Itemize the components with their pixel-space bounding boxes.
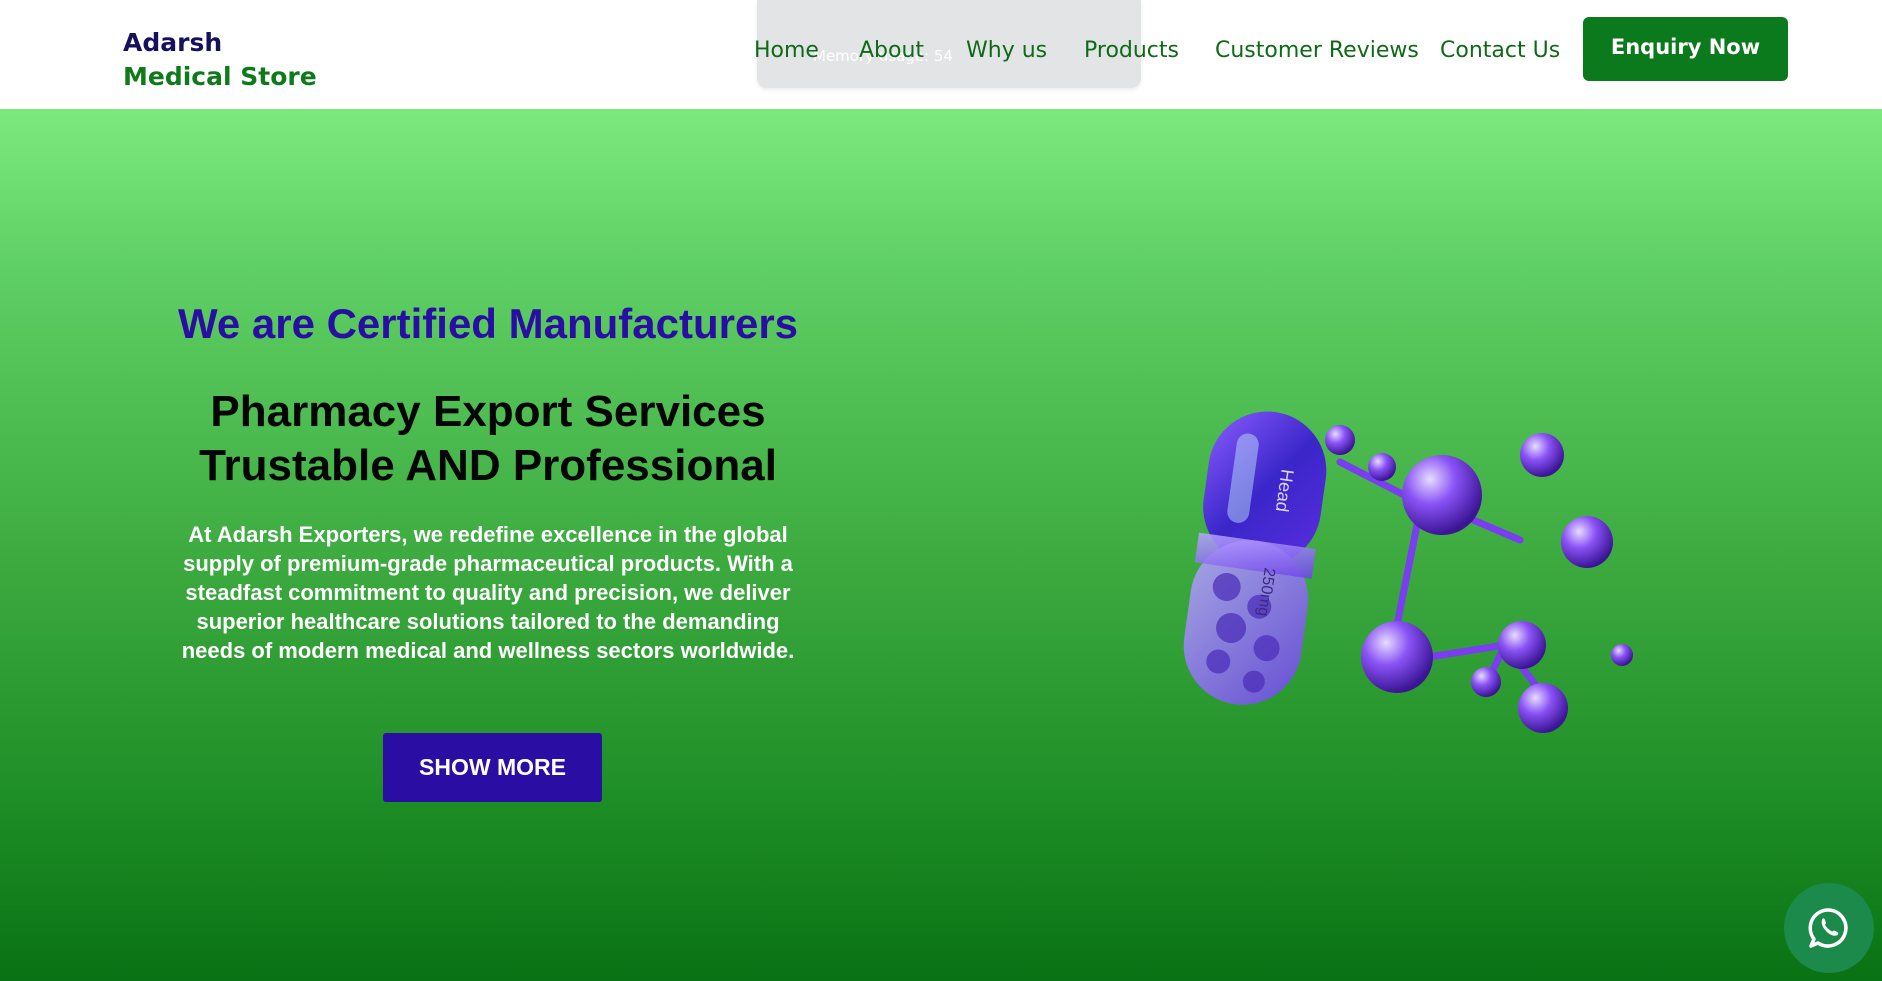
capsule-icon: Head 250mg bbox=[1183, 411, 1327, 705]
brand-name-line1: Adarsh bbox=[123, 28, 223, 57]
whatsapp-chat-button[interactable] bbox=[1784, 883, 1874, 973]
nav-home[interactable]: Home bbox=[754, 38, 819, 63]
hero-headline-line2: Trustable AND Professional bbox=[199, 441, 777, 490]
whatsapp-icon bbox=[1808, 908, 1848, 948]
nav-customer-reviews[interactable]: Customer Reviews bbox=[1215, 38, 1419, 63]
brand-name-line2: Medical Store bbox=[123, 62, 317, 91]
nav-products[interactable]: Products bbox=[1084, 38, 1179, 63]
enquiry-now-button[interactable]: Enquiry Now bbox=[1583, 17, 1788, 81]
hero-description: At Adarsh Exporters, we redefine excelle… bbox=[181, 522, 795, 663]
molecule-atoms bbox=[1325, 425, 1633, 733]
hero-kicker: We are Certified Manufacturers bbox=[177, 300, 799, 347]
hero-headline: Pharmacy Export Services Trustable AND P… bbox=[0, 385, 976, 493]
show-more-button[interactable]: SHOW MORE bbox=[383, 733, 602, 802]
hero-headline-line1: Pharmacy Export Services bbox=[210, 387, 766, 436]
capsule-molecule-illustration: Head 250mg bbox=[1183, 411, 1633, 733]
nav-about[interactable]: About bbox=[859, 38, 924, 63]
nav-why-us[interactable]: Why us bbox=[966, 38, 1047, 63]
nav-contact-us[interactable]: Contact Us bbox=[1440, 38, 1560, 63]
brand-logo[interactable]: Adarsh Medical Store bbox=[123, 26, 317, 94]
site-header: Adarsh Medical Store Memory usage: 54 Ho… bbox=[0, 0, 1882, 109]
